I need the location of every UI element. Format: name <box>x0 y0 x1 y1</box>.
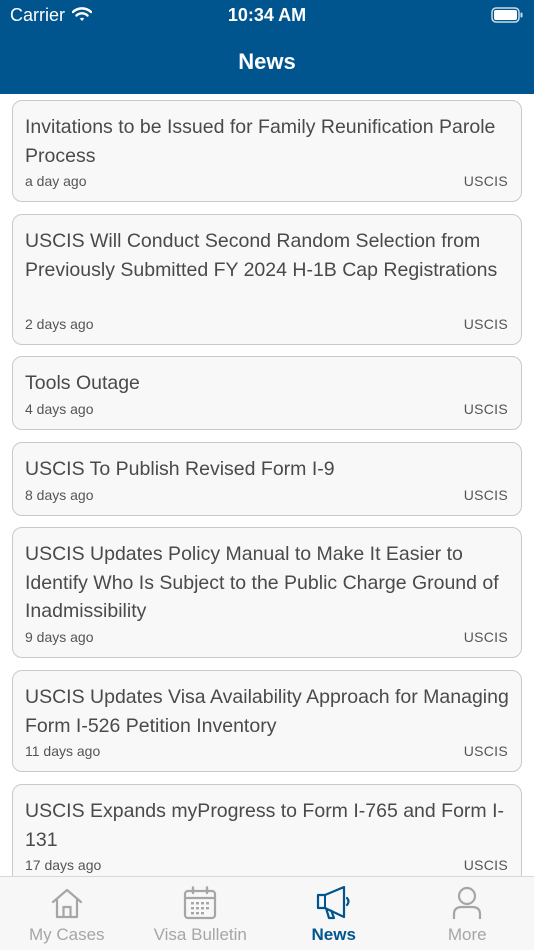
calendar-icon <box>183 886 217 925</box>
person-icon <box>452 886 482 925</box>
news-item-source: USCIS <box>463 629 508 645</box>
news-item-source: USCIS <box>463 743 508 759</box>
news-item-source: USCIS <box>463 487 508 503</box>
news-item-date: 4 days ago <box>25 401 94 417</box>
news-item[interactable]: USCIS Will Conduct Second Random Selecti… <box>12 214 522 345</box>
news-item[interactable]: Tools Outage 4 days ago USCIS <box>12 356 522 430</box>
news-item-date: 11 days ago <box>25 743 101 759</box>
news-item-title: USCIS To Publish Revised Form I-9 <box>25 458 335 480</box>
news-item-date: 8 days ago <box>25 487 94 503</box>
news-item[interactable]: USCIS To Publish Revised Form I-9 8 days… <box>12 442 522 516</box>
battery-icon <box>491 7 523 28</box>
status-time: 10:34 AM <box>227 5 307 25</box>
news-item-source: USCIS <box>463 401 508 417</box>
news-item-title: USCIS Updates Policy Manual to Make It E… <box>25 543 499 622</box>
tab-label: My Cases <box>28 925 105 944</box>
tab-visa-bulletin[interactable]: Visa Bulletin <box>134 877 268 950</box>
news-item-title: Tools Outage <box>25 372 140 394</box>
news-item-source: USCIS <box>463 857 508 873</box>
news-item-date: 2 days ago <box>25 316 94 332</box>
news-item[interactable]: USCIS Updates Visa Availability Approach… <box>12 670 522 772</box>
news-item-date: a day ago <box>25 173 87 189</box>
app-header: Carrier 10:34 AM News <box>0 0 534 94</box>
news-item-title: USCIS Will Conduct Second Random Selecti… <box>25 230 498 281</box>
news-item-date: 9 days ago <box>25 629 94 645</box>
page-title: News <box>238 49 296 74</box>
tab-more[interactable]: More <box>401 877 534 950</box>
news-item-date: 17 days ago <box>25 857 102 873</box>
megaphone-icon <box>316 885 352 925</box>
home-icon <box>50 886 84 925</box>
news-item[interactable]: USCIS Expands myProgress to Form I-765 a… <box>12 784 522 876</box>
tab-label: More <box>447 925 487 944</box>
tab-bar: My Cases Visa Bulletin News More <box>0 876 534 950</box>
news-list[interactable]: Invitations to be Issued for Family Reun… <box>0 94 534 876</box>
tab-news[interactable]: News <box>267 877 401 950</box>
news-item-title: USCIS Updates Visa Availability Approach… <box>25 686 509 737</box>
news-item-source: USCIS <box>463 316 508 332</box>
news-item[interactable]: USCIS Updates Policy Manual to Make It E… <box>12 527 522 658</box>
tab-label: Visa Bulletin <box>153 925 247 944</box>
news-item-source: USCIS <box>463 173 508 189</box>
news-item-title: Invitations to be Issued for Family Reun… <box>25 116 496 167</box>
tab-label: News <box>311 925 356 944</box>
screen: Carrier 10:34 AM News Invitations to be … <box>0 0 534 950</box>
news-item[interactable]: Invitations to be Issued for Family Reun… <box>12 100 522 202</box>
status-bar: Carrier 10:34 AM <box>0 0 534 32</box>
news-item-title: USCIS Expands myProgress to Form I-765 a… <box>25 800 504 851</box>
tab-my-cases[interactable]: My Cases <box>0 877 134 950</box>
